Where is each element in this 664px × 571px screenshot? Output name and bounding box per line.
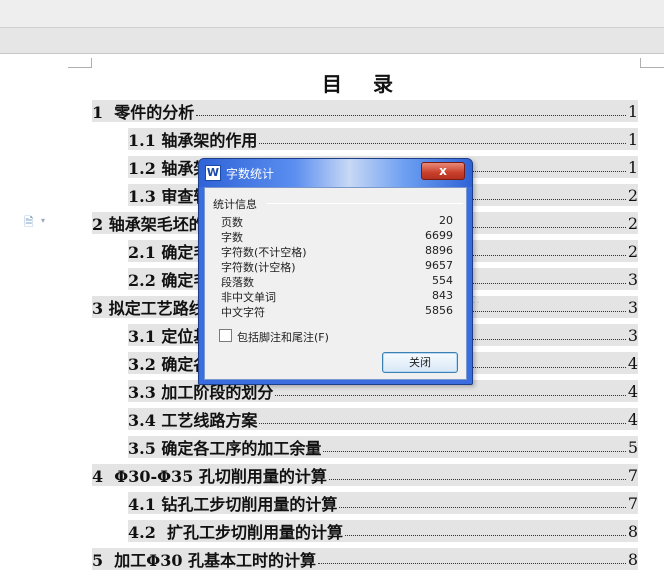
stat-row: 页数 20 xyxy=(221,214,453,229)
stat-value: 8896 xyxy=(425,244,453,257)
stat-label: 段落数 xyxy=(221,276,254,289)
stat-row: 字数 6699 xyxy=(221,229,453,244)
stat-value: 843 xyxy=(432,289,453,302)
stat-label: 字符数(计空格) xyxy=(221,261,296,274)
toc-page-number: 4 xyxy=(627,381,638,401)
page-corner-mark-left xyxy=(68,58,92,68)
toc-entry-label: 1.1 轴承架的作用 xyxy=(128,131,258,150)
stat-label: 页数 xyxy=(221,216,243,229)
toc-entry-label: 1 零件的分析 xyxy=(92,103,195,122)
stat-value: 20 xyxy=(439,214,453,227)
toc-page-number: 2 xyxy=(627,241,638,261)
group-divider xyxy=(267,203,463,204)
toc-page-number: 4 xyxy=(627,353,638,373)
stat-value: 6699 xyxy=(425,229,453,242)
paragraph-layout-icon[interactable]: 🗎 xyxy=(24,213,36,229)
toc-leader-dots xyxy=(344,534,626,536)
toc-page-number: 2 xyxy=(627,185,638,205)
toc-leader-dots xyxy=(259,422,626,424)
toc-entry-label: 4 Φ30-Φ35 孔切削用量的计算 xyxy=(92,467,327,486)
toc-entry[interactable]: 1.1 轴承架的作用 1 xyxy=(128,128,638,150)
stats-group-label: 统计信息 xyxy=(213,196,260,212)
stat-value: 5856 xyxy=(425,304,453,317)
include-footnotes-label[interactable]: 包括脚注和尾注(F) xyxy=(237,329,329,345)
title-toolbar xyxy=(0,0,664,28)
toc-entry[interactable]: 3.5 确定各工序的加工余量 5 xyxy=(128,436,638,458)
toc-leader-dots xyxy=(196,114,626,116)
toc-entry[interactable]: 5 加工Φ30 孔基本工时的计算 8 xyxy=(92,548,638,570)
include-footnotes-checkbox[interactable] xyxy=(219,329,232,342)
ribbon-toolbar xyxy=(0,28,664,54)
stat-row: 非中文单词 843 xyxy=(221,289,453,304)
toc-page-number: 1 xyxy=(627,157,638,177)
close-icon[interactable]: x xyxy=(421,162,465,180)
stat-label: 字数 xyxy=(221,231,243,244)
toc-entry[interactable]: 3.4 工艺线路方案 4 xyxy=(128,408,638,430)
toc-page-number: 8 xyxy=(627,549,638,569)
stat-label: 非中文单词 xyxy=(221,291,276,304)
stat-label: 字符数(不计空格) xyxy=(221,246,307,259)
toc-entry[interactable]: 1 零件的分析 1 xyxy=(92,100,638,122)
toc-entry-label: 5 加工Φ30 孔基本工时的计算 xyxy=(92,551,317,570)
toc-page-number: 1 xyxy=(627,101,638,121)
stat-label: 中文字符 xyxy=(221,306,265,319)
toc-page-number: 7 xyxy=(627,493,638,513)
stat-row: 字符数(不计空格) 8896 xyxy=(221,244,453,259)
close-button[interactable]: 关闭 xyxy=(382,352,458,373)
toc-entry-label: 3.4 工艺线路方案 xyxy=(128,411,258,430)
toc-page-number: 1 xyxy=(627,129,638,149)
word-count-dialog: W 字数统计 x 统计信息 页数 20 字数 6699 字符数(不计空格) 8896 字符数… xyxy=(198,158,473,385)
toc-page-number: 8 xyxy=(627,521,638,541)
page-corner-mark-right xyxy=(640,58,664,68)
toc-entry-label: 3 拟定工艺路线 xyxy=(92,299,205,318)
toc-entry-label: 3.5 确定各工序的加工余量 xyxy=(128,439,322,458)
toc-page-number: 3 xyxy=(627,297,638,317)
stat-row: 段落数 554 xyxy=(221,274,453,289)
toc-title: 目 录 xyxy=(322,72,405,96)
toc-leader-dots xyxy=(318,562,626,564)
toc-entry-label: 4.1 钻孔工步切削用量的计算 xyxy=(128,495,338,514)
stat-row: 中文字符 5856 xyxy=(221,304,453,319)
toc-entry[interactable]: 4.2 扩孔工步切削用量的计算 8 xyxy=(128,520,638,542)
stat-row: 字符数(计空格) 9657 xyxy=(221,259,453,274)
toc-leader-dots xyxy=(323,450,626,452)
stat-value: 554 xyxy=(432,274,453,287)
toc-leader-dots xyxy=(339,506,626,508)
toc-entry[interactable]: 4.1 钻孔工步切削用量的计算 7 xyxy=(128,492,638,514)
wps-app-icon: W xyxy=(205,165,221,181)
toc-page-number: 4 xyxy=(627,409,638,429)
toc-leader-dots xyxy=(328,478,626,480)
stat-value: 9657 xyxy=(425,259,453,272)
dialog-title: 字数统计 xyxy=(226,167,275,181)
toc-page-number: 3 xyxy=(627,325,638,345)
toc-page-number: 7 xyxy=(627,465,638,485)
chevron-down-icon[interactable]: ▾ xyxy=(41,216,45,225)
toc-page-number: 5 xyxy=(627,437,638,457)
toc-entry[interactable]: 4 Φ30-Φ35 孔切削用量的计算 7 xyxy=(92,464,638,486)
toc-page-number: 3 xyxy=(627,269,638,289)
toc-entry-label: 4.2 扩孔工步切削用量的计算 xyxy=(128,523,343,542)
toc-leader-dots xyxy=(275,394,626,396)
toc-leader-dots xyxy=(259,142,626,144)
dialog-titlebar[interactable]: W 字数统计 x xyxy=(199,159,472,187)
toc-page-number: 2 xyxy=(627,213,638,233)
dialog-body: 统计信息 页数 20 字数 6699 字符数(不计空格) 8896 字符数(计空格) 9657… xyxy=(204,187,467,380)
